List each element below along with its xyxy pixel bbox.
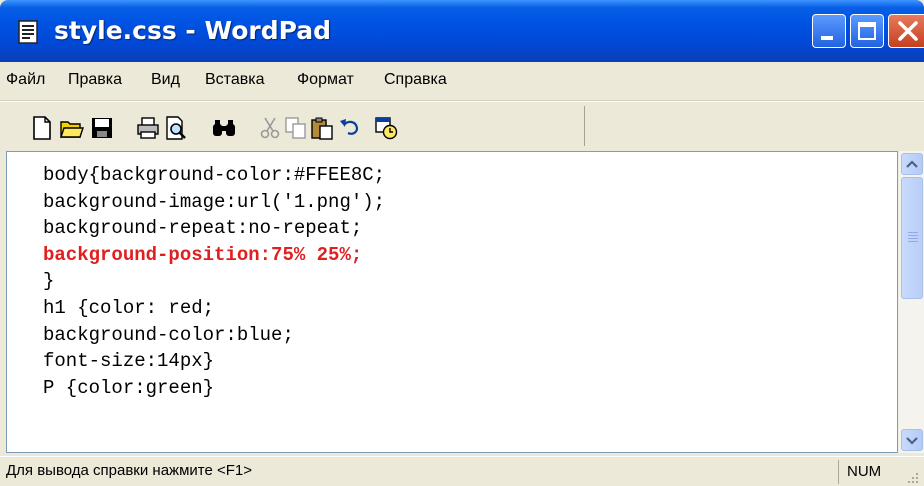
menu-format[interactable]: Формат <box>297 71 354 89</box>
code-line: P {color:green} <box>43 376 215 399</box>
resize-grip-icon[interactable] <box>906 471 920 485</box>
close-icon <box>898 21 918 41</box>
print-icon[interactable] <box>136 116 160 140</box>
num-lock-indicator: NUM <box>838 460 896 484</box>
vertical-scrollbar[interactable] <box>898 151 924 453</box>
insert-datetime-icon[interactable] <box>374 116 398 140</box>
menu-file[interactable]: Файл <box>6 71 45 89</box>
grip-line <box>908 238 918 239</box>
scroll-down-button[interactable] <box>901 429 923 451</box>
chevron-down-icon <box>906 437 918 445</box>
find-icon[interactable] <box>212 116 236 140</box>
code-line: } <box>43 270 55 293</box>
scroll-up-button[interactable] <box>901 153 923 175</box>
copy-icon[interactable] <box>284 116 308 140</box>
code-line: background-image:url('1.png'); <box>43 190 386 213</box>
maximize-button[interactable] <box>850 14 884 48</box>
paste-icon[interactable] <box>310 116 334 140</box>
wordpad-window: style.css - WordPad Файл Правка Вид Вста… <box>0 0 924 486</box>
grip-line <box>908 232 918 233</box>
print-preview-icon[interactable] <box>164 116 188 140</box>
window-title: style.css - WordPad <box>54 16 332 45</box>
status-text: Для вывода справки нажмите <F1> <box>6 462 252 479</box>
open-icon[interactable] <box>60 116 84 140</box>
toolbar-group <box>8 106 585 146</box>
toolbar <box>0 101 924 150</box>
code-line: body{background-color:#FFEE8C; <box>43 164 386 186</box>
minimize-icon <box>821 36 833 40</box>
close-button[interactable] <box>888 14 924 48</box>
code-line: background-color:blue; <box>43 323 294 346</box>
menu-bar: Файл Правка Вид Вставка Формат Справка <box>0 62 924 101</box>
title-bar[interactable]: style.css - WordPad <box>0 0 924 62</box>
menu-view[interactable]: Вид <box>151 71 180 89</box>
grip-line <box>908 241 918 242</box>
document-area[interactable]: body{background-color:#FFEE8C; backgroun… <box>6 151 898 453</box>
menu-help[interactable]: Справка <box>384 71 447 89</box>
minimize-button[interactable] <box>812 14 846 48</box>
code-line: font-size:14px} <box>43 350 215 373</box>
cut-icon[interactable] <box>258 116 282 140</box>
code-line: background-repeat:no-repeat; <box>43 217 363 240</box>
new-icon[interactable] <box>30 116 54 140</box>
maximize-icon <box>858 22 876 40</box>
code-line: background-position:75% 25%; <box>43 243 363 266</box>
scroll-thumb[interactable] <box>901 177 923 299</box>
chevron-up-icon <box>906 160 918 168</box>
save-icon[interactable] <box>90 116 114 140</box>
status-bar: Для вывода справки нажмите <F1> NUM <box>0 456 924 486</box>
code-line: h1 {color: red; <box>43 296 215 319</box>
document-text[interactable]: body{background-color:#FFEE8C; backgroun… <box>43 162 385 401</box>
wordpad-app-icon[interactable] <box>16 20 40 44</box>
undo-icon[interactable] <box>338 116 362 140</box>
menu-insert[interactable]: Вставка <box>205 71 264 89</box>
menu-edit[interactable]: Правка <box>68 71 122 89</box>
grip-line <box>908 235 918 236</box>
